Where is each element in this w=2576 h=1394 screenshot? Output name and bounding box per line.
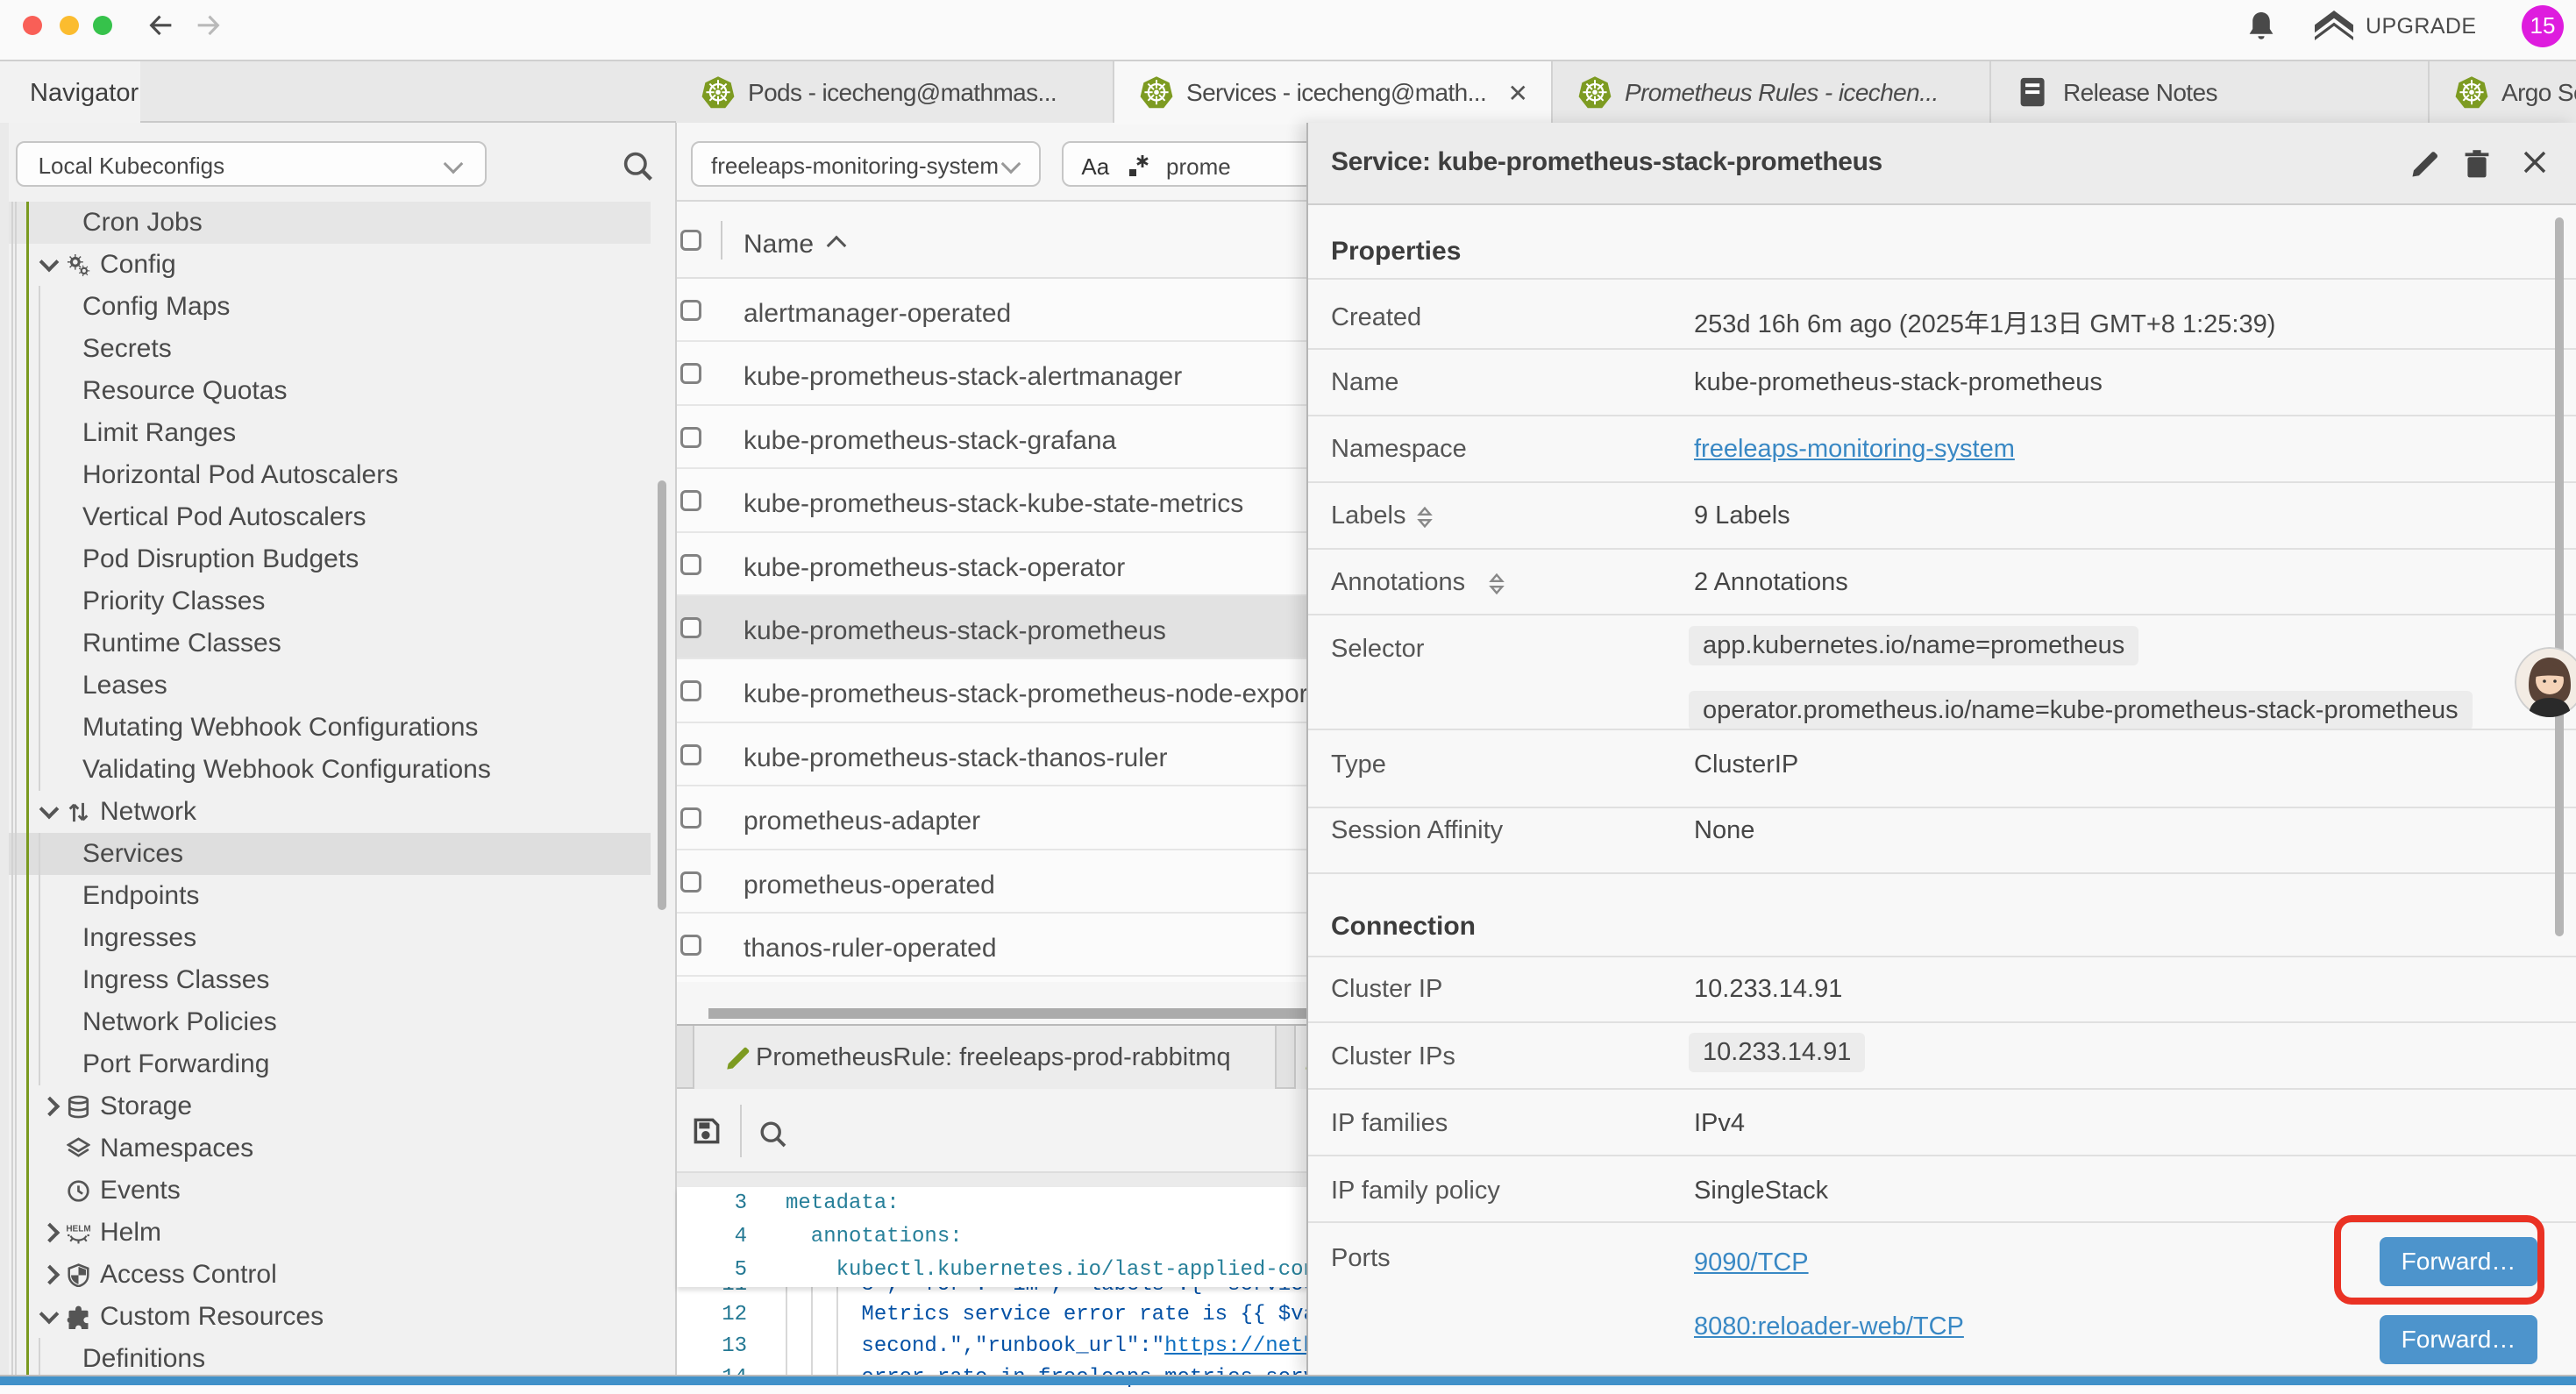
svg-text:HELM: HELM: [67, 1225, 90, 1234]
